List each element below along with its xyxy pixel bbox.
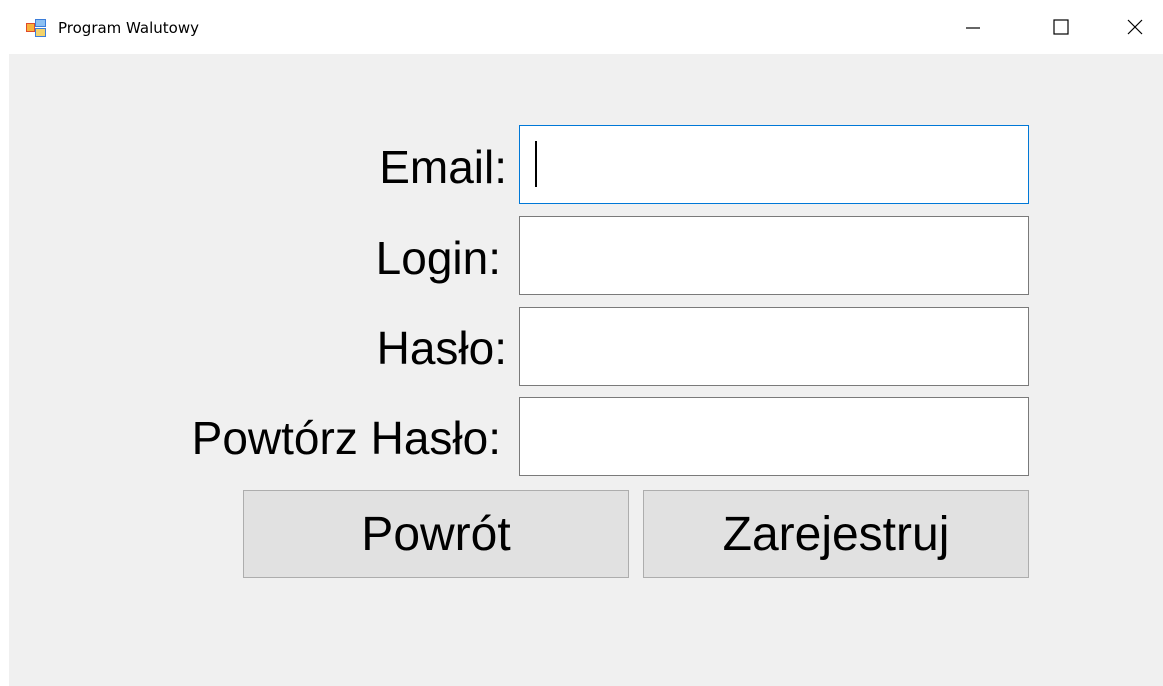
form-area: Email: Login: Hasło: Powtórz Hasło: Powr…: [9, 54, 1163, 686]
window-title: Program Walutowy: [58, 19, 199, 37]
register-button[interactable]: Zarejestruj: [643, 490, 1029, 578]
minimize-icon: [966, 27, 980, 29]
login-field[interactable]: [519, 216, 1029, 295]
app-icon: [26, 19, 46, 37]
minimize-button[interactable]: [950, 0, 996, 54]
maximize-button[interactable]: [1038, 0, 1084, 54]
password-label: Hasło:: [376, 322, 507, 374]
repeat-password-label: Powtórz Hasło:: [191, 412, 501, 464]
password-field[interactable]: [519, 307, 1029, 386]
app-window: Program Walutowy Email: Login: Hasło: Po…: [0, 0, 1163, 686]
email-label: Email:: [379, 141, 507, 193]
login-label: Login:: [375, 232, 501, 284]
text-caret: [535, 141, 537, 187]
back-button[interactable]: Powrót: [243, 490, 629, 578]
repeat-password-field[interactable]: [519, 397, 1029, 476]
email-field[interactable]: [519, 125, 1029, 204]
maximize-icon: [1053, 19, 1069, 35]
close-button[interactable]: [1112, 0, 1158, 54]
close-icon: [1127, 19, 1143, 35]
title-bar[interactable]: Program Walutowy: [0, 0, 1163, 54]
